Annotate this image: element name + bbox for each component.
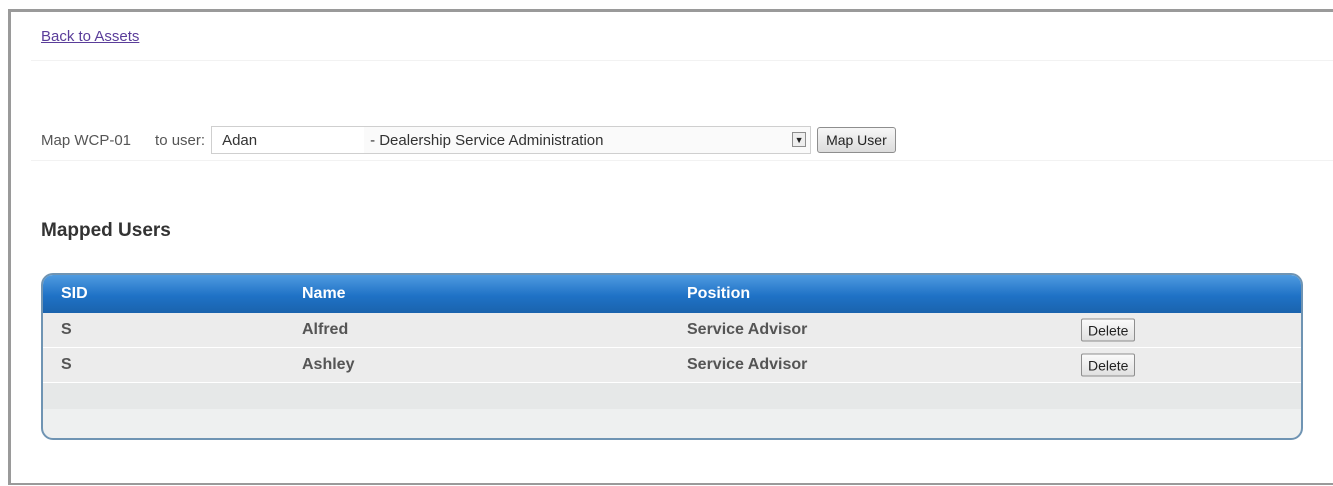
map-user-button[interactable]: Map User (817, 127, 896, 153)
mapped-users-table: SID Name Position S Alfred Service Advis… (41, 273, 1303, 440)
column-header-position: Position (687, 285, 751, 302)
cell-name: Alfred (302, 321, 349, 338)
asset-label: Map WCP-01 (41, 131, 132, 149)
table-header: SID Name Position (43, 275, 1301, 313)
selected-user-role: - Dealership Service Administration (370, 131, 604, 149)
chevron-down-icon[interactable]: ▼ (792, 132, 807, 147)
table-row: S Ashley Service Advisor Delete (43, 348, 1301, 383)
column-header-sid: SID (61, 285, 88, 302)
delete-button[interactable]: Delete (1081, 353, 1136, 377)
user-select[interactable]: Adan - Dealership Service Administration… (211, 126, 812, 154)
back-to-assets-link[interactable]: Back to Assets (41, 28, 139, 45)
delete-button-wrapper: Delete (1081, 318, 1136, 342)
selected-user-name: Adan (212, 127, 365, 153)
cell-position: Service Advisor (687, 321, 808, 338)
cell-position: Service Advisor (687, 356, 808, 373)
delete-button[interactable]: Delete (1081, 318, 1136, 342)
cell-sid: S (61, 321, 72, 338)
map-user-form: Map WCP-01 to user: Adan - Dealership Se… (41, 124, 1331, 156)
divider (31, 60, 1333, 61)
to-user-label: to user: (155, 131, 206, 149)
table-row: S Alfred Service Advisor Delete (43, 313, 1301, 348)
column-header-name: Name (302, 285, 346, 302)
cell-sid: S (61, 356, 72, 373)
table-footer (43, 383, 1301, 409)
mapped-users-title: Mapped Users (41, 220, 171, 241)
cell-name: Ashley (302, 356, 355, 373)
divider (31, 160, 1333, 161)
page-frame: Back to Assets Map WCP-01 to user: Adan … (8, 9, 1333, 485)
delete-button-wrapper: Delete (1081, 353, 1136, 377)
